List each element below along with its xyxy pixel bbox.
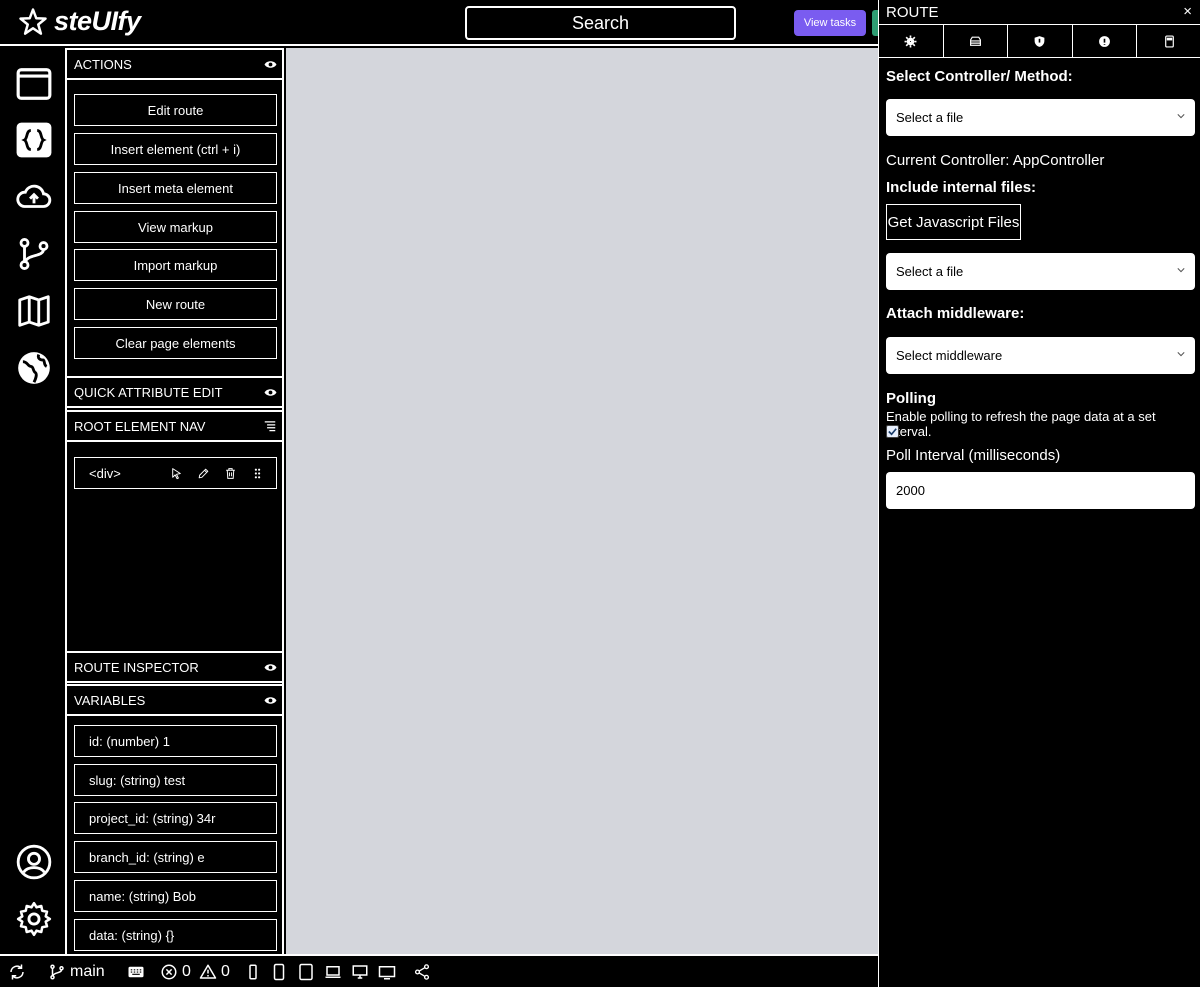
warning-triangle-icon (199, 964, 217, 979)
controller-file-select[interactable]: Select a file (886, 99, 1195, 136)
close-icon[interactable]: × (1183, 3, 1192, 20)
sync-icon[interactable] (8, 963, 26, 981)
actions-header[interactable]: ACTIONS (67, 48, 284, 80)
tab-settings-icon[interactable] (879, 25, 944, 57)
tab-server-icon[interactable] (1137, 25, 1200, 57)
git-branch-icon[interactable] (14, 234, 54, 274)
route-panel: ROUTE × Select Controller/ Method: Selec… (878, 0, 1200, 987)
route-panel-title: ROUTE (886, 4, 939, 21)
eye-icon[interactable] (263, 660, 277, 674)
error-count: 0 (182, 963, 191, 980)
trash-icon[interactable] (223, 466, 237, 480)
variable-item[interactable]: branch_id: (string) e (74, 841, 277, 873)
attach-middleware-label: Attach middleware: (886, 305, 1025, 322)
internal-files-label: Include internal files: (886, 179, 1037, 196)
tv-icon[interactable] (378, 963, 396, 981)
middleware-select-value: Select middleware (896, 348, 1003, 363)
controller-file-select-value: Select a file (896, 110, 964, 125)
app-name: steUIfy (54, 6, 141, 36)
root-element-nav-header[interactable]: ROOT ELEMENT NAV (67, 410, 284, 442)
icon-rail (0, 48, 67, 954)
view-tasks-button[interactable]: View tasks (794, 10, 866, 36)
tab-info-icon[interactable] (1073, 25, 1138, 57)
drag-handle-icon[interactable] (250, 466, 264, 480)
edit-route-button[interactable]: Edit route (74, 94, 277, 126)
root-node-div[interactable]: <div> (74, 457, 277, 489)
insert-meta-element-button[interactable]: Insert meta element (74, 172, 277, 204)
status-bar: main 0 0 (0, 954, 878, 987)
variables-header[interactable]: VARIABLES (67, 684, 284, 716)
edit-pencil-icon[interactable] (196, 466, 210, 480)
variable-item[interactable]: id: (number) 1 (74, 725, 277, 757)
polling-checkbox[interactable] (886, 425, 899, 438)
actions-title: ACTIONS (74, 56, 132, 72)
controller-method-label: Select Controller/ Method: (886, 68, 1073, 85)
variable-item[interactable]: slug: (string) test (74, 764, 277, 796)
polling-label: Polling (886, 390, 936, 407)
view-markup-button[interactable]: View markup (74, 211, 277, 243)
chevron-down-icon (1177, 352, 1185, 357)
branch-name: main (70, 963, 105, 980)
desktop-icon[interactable] (351, 963, 369, 981)
clear-page-elements-button[interactable]: Clear page elements (74, 327, 277, 359)
tablet-icon[interactable] (297, 963, 315, 981)
page-canvas[interactable] (286, 48, 878, 954)
polling-description: Enable polling to refresh the page data … (886, 409, 1156, 439)
sidebar-panel: ACTIONS Edit route Insert element (ctrl … (67, 48, 284, 954)
variables-title: VARIABLES (74, 692, 146, 708)
chevron-down-icon (1177, 114, 1185, 119)
tab-shield-icon[interactable] (1008, 25, 1073, 57)
mobile-icon[interactable] (270, 963, 288, 981)
mobile-small-icon[interactable] (244, 963, 262, 981)
code-braces-icon[interactable] (14, 120, 54, 160)
route-inspector-header[interactable]: ROUTE INSPECTOR (67, 651, 284, 683)
user-circle-icon[interactable] (14, 842, 54, 882)
eye-icon[interactable] (263, 385, 277, 399)
error-circle-icon (161, 964, 177, 980)
globe-icon[interactable] (14, 348, 54, 388)
map-icon[interactable] (14, 291, 54, 331)
share-icon[interactable] (413, 963, 431, 981)
keyboard-icon[interactable] (127, 963, 145, 981)
cloud-upload-icon[interactable] (14, 177, 54, 217)
import-markup-button[interactable]: Import markup (74, 249, 277, 281)
laptop-icon[interactable] (324, 963, 342, 981)
root-element-nav-title: ROOT ELEMENT NAV (74, 418, 206, 434)
poll-interval-input[interactable]: 2000 (886, 472, 1195, 509)
quick-attribute-edit-header[interactable]: QUICK ATTRIBUTE EDIT (67, 376, 284, 408)
internal-file-select[interactable]: Select a file (886, 253, 1195, 290)
tree-list-icon[interactable] (263, 419, 277, 433)
errors-indicator[interactable]: 0 (160, 963, 191, 981)
node-tag-label: <div> (89, 465, 121, 481)
quick-attribute-edit-title: QUICK ATTRIBUTE EDIT (74, 384, 223, 400)
warnings-indicator[interactable]: 0 (199, 963, 230, 981)
top-bar: steUIfy Search View tasks (0, 0, 878, 46)
poll-interval-label: Poll Interval (milliseconds) (886, 447, 1061, 464)
variable-item[interactable]: project_id: (string) 34r (74, 802, 277, 834)
git-branch-icon (50, 964, 64, 980)
variable-item[interactable]: data: (string) {} (74, 919, 277, 951)
select-cursor-icon[interactable] (169, 466, 183, 480)
middleware-select[interactable]: Select middleware (886, 337, 1195, 374)
route-panel-tabs (879, 24, 1200, 58)
eye-icon[interactable] (263, 693, 277, 707)
current-controller-text: Current Controller: AppController (886, 152, 1105, 169)
chevron-down-icon (1177, 268, 1185, 273)
internal-file-select-value: Select a file (896, 264, 964, 279)
app-logo[interactable]: steUIfy (18, 6, 141, 37)
branch-selector[interactable]: main (48, 963, 105, 981)
variable-item[interactable]: name: (string) Bob (74, 880, 277, 912)
eye-icon[interactable] (263, 57, 277, 71)
checkmark-icon (888, 428, 897, 436)
star-logo-icon (19, 7, 47, 35)
tab-database-icon[interactable] (944, 25, 1009, 57)
route-inspector-title: ROUTE INSPECTOR (74, 659, 199, 675)
get-javascript-files-button[interactable]: Get Javascript Files (886, 204, 1021, 240)
warning-count: 0 (221, 963, 230, 980)
insert-element-button[interactable]: Insert element (ctrl + i) (74, 133, 277, 165)
search-button[interactable]: Search (465, 6, 736, 40)
settings-icon[interactable] (14, 899, 54, 939)
window-icon[interactable] (14, 64, 54, 104)
new-route-button[interactable]: New route (74, 288, 277, 320)
